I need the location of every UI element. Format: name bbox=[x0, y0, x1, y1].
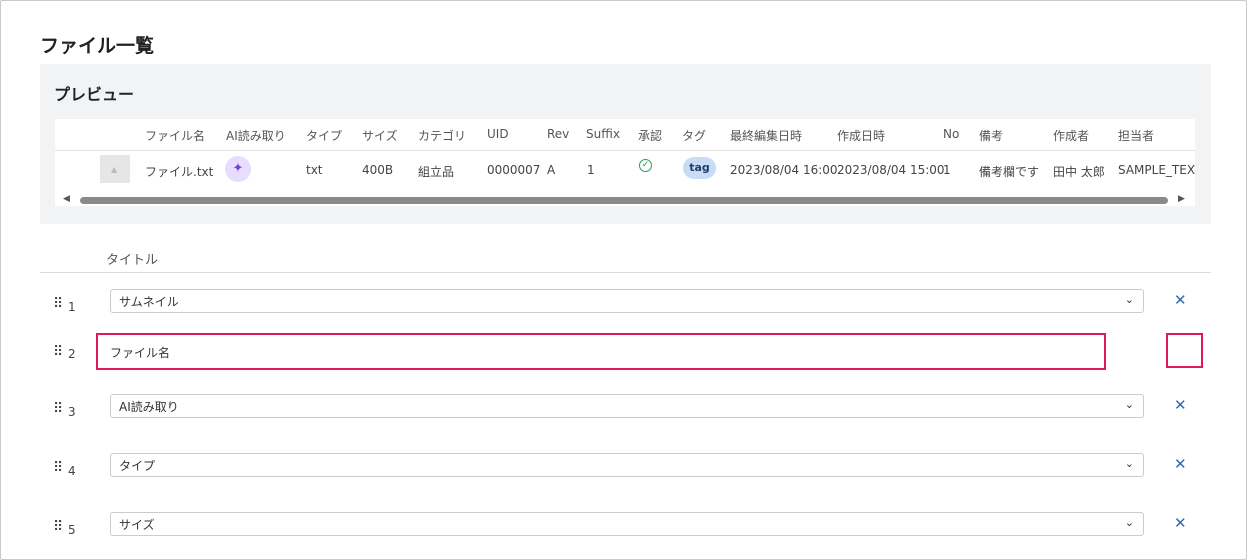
title-column-header: タイトル bbox=[106, 253, 159, 268]
chevron-down-icon: ⌄ bbox=[1124, 457, 1134, 470]
column-header: AI読み取り bbox=[226, 129, 286, 143]
cell-last-edited: 2023/08/04 16:00 bbox=[730, 163, 838, 177]
column-header: タイプ bbox=[306, 129, 343, 143]
row-number: 4 bbox=[68, 464, 76, 478]
select-value: サイズ bbox=[119, 518, 155, 532]
scroll-left-icon[interactable]: ◀ bbox=[63, 194, 70, 204]
column-select[interactable]: タイプ ⌄ bbox=[110, 453, 1144, 477]
column-header: 備考 bbox=[979, 129, 1004, 143]
chevron-down-icon: ⌄ bbox=[1124, 293, 1134, 306]
preview-table-row: ▲ ファイル.txt ✦ txt 400B 組立品 0000007 A 1 ✓ … bbox=[55, 151, 1195, 187]
column-header: UID bbox=[487, 127, 509, 141]
sparkle-icon: ✦ bbox=[225, 156, 251, 182]
close-icon[interactable]: ✕ bbox=[1174, 291, 1187, 309]
preview-panel: プレビュー ファイル名 AI読み取り タイプ サイズ カテゴリ UID Rev … bbox=[40, 64, 1211, 224]
row-number: 1 bbox=[68, 300, 76, 314]
cell-suffix: 1 bbox=[587, 163, 595, 177]
cell-assignee: SAMPLE_TEXT bbox=[1118, 163, 1195, 177]
drag-handle-icon[interactable]: ⠿ bbox=[53, 297, 63, 311]
column-header: カテゴリ bbox=[418, 129, 467, 143]
chevron-down-icon: ⌄ bbox=[1124, 516, 1134, 529]
cell-size: 400B bbox=[362, 163, 394, 177]
list-item: ⠿ 3 AI読み取り ⌄ ✕ bbox=[40, 394, 1211, 434]
column-header: 作成者 bbox=[1053, 129, 1090, 143]
scrollbar-thumb[interactable] bbox=[80, 197, 1168, 204]
column-select[interactable]: AI読み取り ⌄ bbox=[110, 394, 1144, 418]
check-circle-icon: ✓ bbox=[639, 159, 652, 172]
cell-created: 2023/08/04 15:00 bbox=[837, 163, 945, 177]
drag-handle-icon[interactable]: ⠿ bbox=[53, 520, 63, 534]
close-icon[interactable]: ✕ bbox=[1174, 455, 1187, 473]
preview-table-header: ファイル名 AI読み取り タイプ サイズ カテゴリ UID Rev Suffix… bbox=[55, 119, 1195, 151]
column-header: ファイル名 bbox=[145, 129, 206, 143]
input-value: ファイル名 bbox=[110, 346, 171, 360]
close-icon[interactable]: ✕ bbox=[1174, 514, 1187, 532]
list-item: ⠿ 1 サムネイル ⌄ ✕ bbox=[40, 289, 1211, 329]
cell-creator: 田中 太郎 bbox=[1053, 165, 1105, 179]
list-item: ⠿ 5 サイズ ⌄ ✕ bbox=[40, 512, 1211, 552]
row-number: 3 bbox=[68, 405, 76, 419]
drag-handle-icon[interactable]: ⠿ bbox=[53, 345, 63, 359]
drag-handle-icon[interactable]: ⠿ bbox=[53, 461, 63, 475]
column-header: 承認 bbox=[638, 129, 663, 143]
page-title: ファイル一覧 bbox=[40, 35, 155, 57]
cell-no: 1 bbox=[943, 163, 951, 177]
close-icon[interactable]: ✕ bbox=[1174, 396, 1187, 414]
horizontal-scrollbar[interactable]: ◀ ▶ bbox=[55, 194, 1195, 206]
column-header: タグ bbox=[682, 129, 707, 143]
column-header: 最終編集日時 bbox=[730, 129, 803, 143]
column-header: サイズ bbox=[362, 129, 398, 143]
drag-handle-icon[interactable]: ⠿ bbox=[53, 402, 63, 416]
column-header: 作成日時 bbox=[837, 129, 886, 143]
column-header: No bbox=[943, 127, 960, 141]
select-value: サムネイル bbox=[119, 295, 179, 309]
column-select[interactable]: サムネイル ⌄ bbox=[110, 289, 1144, 313]
cell-uid: 0000007 bbox=[487, 163, 541, 177]
select-value: タイプ bbox=[119, 459, 156, 473]
list-item: ⠿ 2 ファイル名 bbox=[40, 333, 1211, 373]
cell-category: 組立品 bbox=[418, 165, 455, 179]
cell-note: 備考欄です bbox=[979, 165, 1040, 179]
tag-badge: tag bbox=[683, 157, 716, 179]
highlighted-empty-box[interactable] bbox=[1166, 333, 1203, 368]
list-item: ⠿ 4 タイプ ⌄ ✕ bbox=[40, 453, 1211, 493]
preview-title: プレビュー bbox=[54, 85, 135, 104]
row-number: 5 bbox=[68, 523, 76, 537]
image-placeholder-icon: ▲ bbox=[111, 165, 118, 174]
list-header: タイトル bbox=[40, 242, 1211, 273]
column-select[interactable]: サイズ ⌄ bbox=[110, 512, 1144, 536]
column-header: Rev bbox=[547, 127, 570, 141]
select-value: AI読み取り bbox=[119, 400, 179, 414]
cell-rev: A bbox=[547, 163, 556, 177]
preview-table: ファイル名 AI読み取り タイプ サイズ カテゴリ UID Rev Suffix… bbox=[55, 119, 1195, 206]
thumbnail: ▲ bbox=[100, 155, 130, 183]
chevron-down-icon: ⌄ bbox=[1124, 398, 1134, 411]
cell-type: txt bbox=[306, 163, 323, 177]
window-frame: ファイル一覧 プレビュー ファイル名 AI読み取り タイプ サイズ カテゴリ U… bbox=[0, 0, 1247, 560]
row-number: 2 bbox=[68, 347, 76, 361]
column-header: 担当者 bbox=[1118, 129, 1155, 143]
column-header: Suffix bbox=[586, 127, 620, 141]
scroll-right-icon[interactable]: ▶ bbox=[1178, 194, 1185, 204]
cell-file-name: ファイル.txt bbox=[145, 165, 214, 179]
column-name-input[interactable]: ファイル名 bbox=[96, 333, 1106, 370]
